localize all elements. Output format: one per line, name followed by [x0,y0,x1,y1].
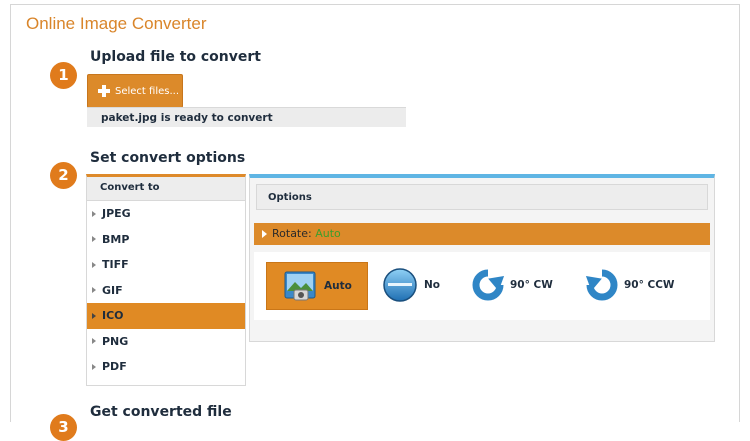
rotate-option-label: 90° CW [510,279,553,291]
caret-right-icon [92,210,96,217]
convert-to-header: Convert to [87,177,245,201]
format-item-bmp[interactable]: BMP [87,227,245,253]
caret-right-icon [92,236,96,243]
plus-icon [97,84,111,98]
select-files-button[interactable]: Select files... [87,74,183,108]
step-1-badge: 1 [50,62,77,89]
format-label: JPEG [102,207,131,221]
caret-right-icon [92,261,96,268]
format-item-pdf[interactable]: PDF [87,354,245,380]
format-item-png[interactable]: PNG [87,329,245,355]
step-1-title: Upload file to convert [90,49,261,65]
step-3-badge: 3 [50,414,77,441]
rotate-option-no[interactable]: No [382,262,452,308]
format-label: GIF [102,283,123,297]
rotate-label: Rotate: [272,227,312,240]
rotate-ccw-icon [584,267,620,303]
format-item-gif[interactable]: GIF [87,278,245,304]
rotate-option-auto[interactable]: Auto [266,262,368,310]
format-label: TIFF [102,258,129,272]
caret-right-icon [92,338,96,345]
format-label: BMP [102,232,130,246]
circle-icon [382,267,418,303]
photo-icon [282,268,318,304]
app-title: Online Image Converter [26,14,207,33]
format-label: ICO [102,309,124,323]
rotate-option-label: No [424,279,441,291]
format-item-ico[interactable]: ICO [87,303,245,329]
convert-to-panel: Convert to JPEG BMP TIFF GIF ICO PNG PDF [86,174,246,386]
step-2-badge: 2 [50,162,77,189]
rotate-option-label: Auto [324,280,352,292]
rotate-cw-icon [470,267,506,303]
rotate-options: Auto No 90° CW 90° CCW [254,252,710,320]
step-3-title: Get converted file [90,404,232,420]
rotate-option-label: 90° CCW [624,279,675,291]
format-label: PNG [102,334,129,348]
format-item-tiff[interactable]: TIFF [87,252,245,278]
rotate-option-90-cw[interactable]: 90° CW [470,262,560,308]
caret-right-icon [92,287,96,294]
caret-right-icon [92,363,96,370]
upload-status: paket.jpg is ready to convert [87,107,406,127]
caret-right-icon [92,312,96,319]
select-files-label: Select files... [115,85,180,97]
options-panel: Options Rotate: Auto Auto No 90° CW 90° … [249,174,715,342]
step-2-title: Set convert options [90,150,246,166]
rotate-section-header[interactable]: Rotate: Auto [254,223,710,245]
caret-right-icon [262,230,267,238]
format-label: PDF [102,360,127,374]
options-header: Options [256,184,708,210]
rotate-value: Auto [315,227,341,240]
rotate-option-90-ccw[interactable]: 90° CCW [584,262,694,308]
format-item-jpeg[interactable]: JPEG [87,201,245,227]
